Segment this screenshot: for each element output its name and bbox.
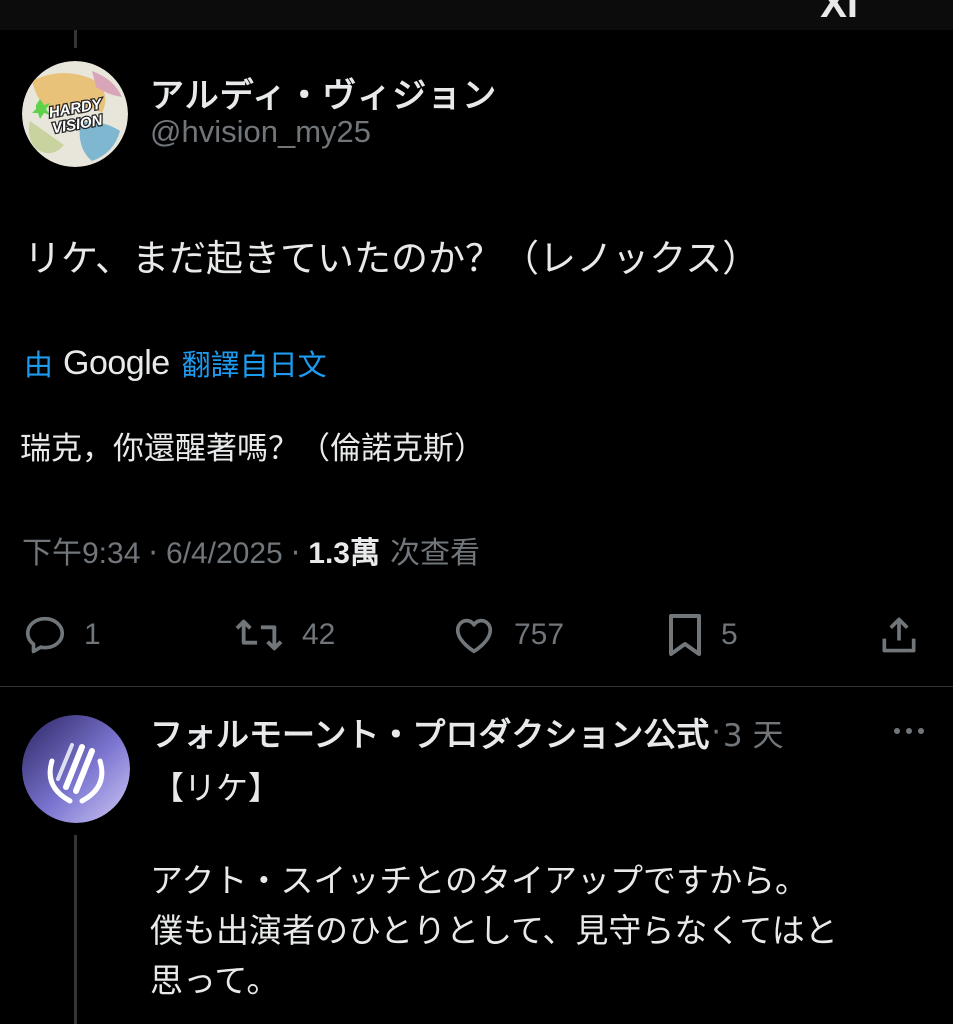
- translation-attribution[interactable]: 由 Google 翻譯自日文: [24, 343, 327, 383]
- bookmark-count: 5: [721, 618, 738, 651]
- reply-separator: ·: [711, 714, 721, 750]
- google-wordmark: Google: [63, 343, 170, 382]
- post-time[interactable]: 下午9:34: [22, 528, 140, 572]
- top-bar: XI: [0, 0, 953, 30]
- translation-source-label: 翻譯自日文: [181, 348, 327, 382]
- thread-line: [74, 30, 77, 48]
- views-label: 次查看: [389, 536, 480, 571]
- like-count: 757: [514, 618, 565, 651]
- bookmark-button[interactable]: 5: [665, 610, 738, 660]
- translated-text: 瑞克，你還醒著嗎？（倫諾克斯）: [20, 431, 485, 467]
- repost-count: 42: [302, 618, 336, 651]
- views-count: 1.3萬: [308, 537, 380, 570]
- reply-text-line: アクト・スイッチとのタイアップですから。: [150, 861, 809, 900]
- post-divider: [0, 686, 953, 687]
- hardy-vision-logo-icon: HARDY VISION: [22, 61, 128, 167]
- like-button[interactable]: 757: [450, 610, 564, 660]
- repost-icon: [235, 619, 283, 651]
- reply-text-line: 思って。: [150, 961, 280, 1000]
- reply-count: 1: [84, 618, 101, 651]
- formmond-logo-icon: [22, 715, 130, 823]
- reply-author-name[interactable]: フォルモーント・プロダクション公式: [150, 708, 709, 756]
- thread-line: [74, 835, 77, 1024]
- reply-text-line: 僕も出演者のひとりとして、見守らなくてはと: [150, 911, 838, 950]
- meta-separator: ·: [290, 536, 301, 571]
- reply-character-tag: 【リケ】: [152, 769, 281, 807]
- reply-header: フォルモーント・プロダクション公式 · 3 天: [150, 708, 784, 756]
- share-button[interactable]: [877, 610, 921, 660]
- translation-by-label: 由: [24, 348, 54, 382]
- reply-author-avatar[interactable]: [22, 715, 130, 823]
- more-icon[interactable]: [891, 723, 927, 739]
- share-icon: [882, 617, 916, 653]
- author-handle[interactable]: @hvision_my25: [150, 114, 371, 150]
- top-bar-glyph: XI: [820, 0, 858, 26]
- author-avatar[interactable]: HARDY VISION: [22, 61, 128, 167]
- heart-icon: [455, 618, 493, 654]
- post-meta: 下午9:34 · 6/4/2025 · 1.3萬 次查看: [22, 528, 480, 572]
- reply-text: アクト・スイッチとのタイアップですから。 僕も出演者のひとりとして、見守らなくて…: [150, 856, 838, 1006]
- author-display-name[interactable]: アルディ・ヴィジョン: [150, 68, 497, 117]
- reply-icon: [25, 616, 65, 654]
- repost-button[interactable]: 42: [232, 610, 335, 660]
- post-text: リケ、まだ起きていたのか？（レノックス）: [24, 237, 760, 280]
- reply-timestamp[interactable]: 3 天: [723, 710, 784, 755]
- reply-button[interactable]: 1: [22, 610, 101, 660]
- meta-separator: ·: [148, 536, 158, 571]
- post-date[interactable]: 6/4/2025: [166, 537, 283, 571]
- bookmark-icon: [669, 614, 701, 656]
